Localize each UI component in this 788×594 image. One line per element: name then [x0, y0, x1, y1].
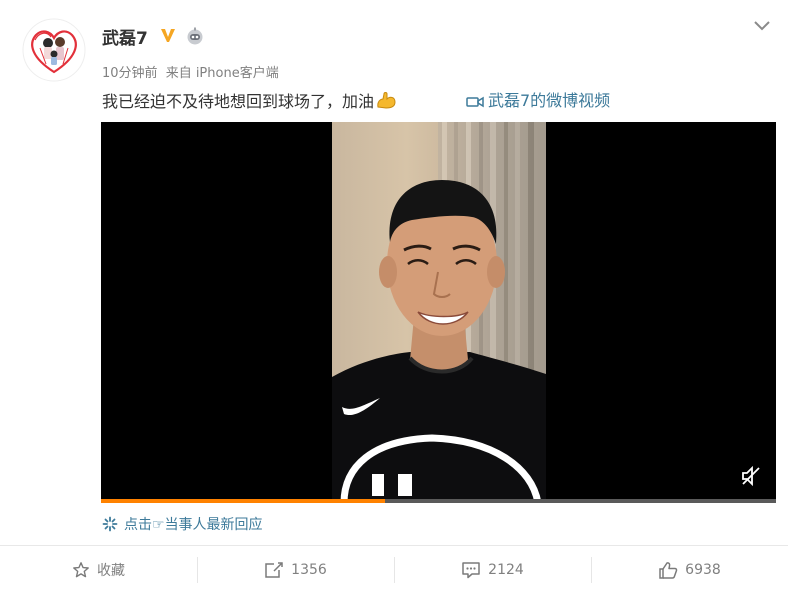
video-progress-fill	[101, 499, 385, 503]
repost-icon	[265, 562, 283, 578]
sparkle-icon	[102, 516, 118, 532]
thumbs-up-icon	[659, 562, 678, 579]
post-text-content: 我已经迫不及待地想回到球场了，加油	[102, 92, 375, 111]
comment-count: 2124	[488, 562, 524, 578]
repost-button[interactable]: 1356	[197, 546, 394, 594]
action-toolbar: 收藏 1356 2124 6938	[0, 546, 788, 594]
latest-response-link[interactable]: 点击☞当事人最新回应	[102, 514, 263, 534]
avatar-image	[22, 18, 86, 82]
favorite-label: 收藏	[97, 563, 125, 579]
flexed-arm-emoji	[375, 90, 397, 116]
video-player[interactable]	[101, 122, 776, 503]
comment-icon	[462, 562, 480, 579]
like-button[interactable]: 6938	[591, 546, 788, 594]
weibo-post-card: 武磊7 10分钟前 来自 iPhone客户端 我已经迫不及待地想回到球场了，加油	[0, 0, 788, 594]
mute-icon[interactable]	[740, 465, 762, 487]
post-time[interactable]: 10分钟前	[102, 66, 158, 81]
comment-button[interactable]: 2124	[394, 546, 591, 594]
star-icon	[73, 562, 89, 578]
video-link[interactable]: 武磊7的微博视频	[466, 90, 610, 112]
video-camera-icon	[466, 96, 484, 108]
video-frame-image	[332, 122, 546, 503]
latest-response-label: 点击☞当事人最新回应	[124, 517, 263, 533]
username[interactable]: 武磊7	[102, 24, 148, 49]
chevron-down-icon[interactable]	[752, 18, 772, 34]
repost-count: 1356	[291, 562, 327, 578]
robot-badge-icon	[185, 26, 205, 46]
video-progress-bar[interactable]	[101, 499, 776, 503]
video-frame	[332, 122, 546, 503]
like-count: 6938	[685, 562, 721, 578]
favorite-button[interactable]: 收藏	[0, 546, 197, 594]
post-meta: 10分钟前 来自 iPhone客户端	[102, 62, 283, 81]
user-avatar[interactable]	[22, 18, 86, 82]
post-text: 我已经迫不及待地想回到球场了，加油	[102, 90, 397, 116]
post-source: 来自 iPhone客户端	[165, 66, 279, 81]
verified-v-icon	[159, 26, 177, 44]
video-link-label: 武磊7的微博视频	[488, 91, 611, 110]
